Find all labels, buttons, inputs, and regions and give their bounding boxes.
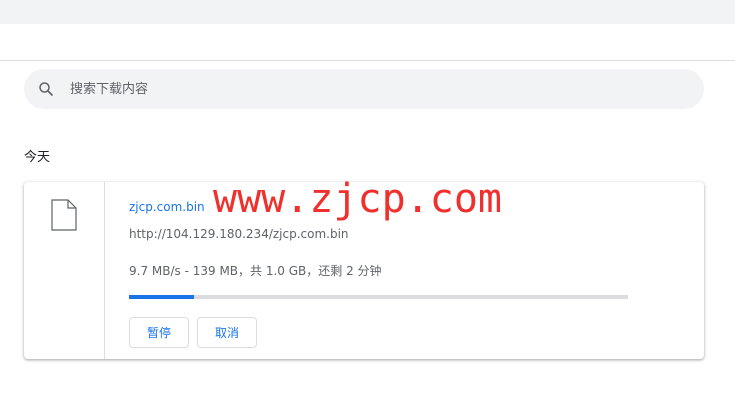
date-header: 今天 (24, 150, 51, 165)
search-input[interactable] (70, 69, 670, 109)
file-icon-column (24, 182, 105, 359)
cancel-button[interactable]: 取消 (197, 317, 257, 348)
top-bar (0, 0, 735, 24)
search-icon[interactable] (37, 80, 55, 98)
search-bar[interactable] (24, 69, 704, 109)
pause-button[interactable]: 暂停 (129, 317, 189, 348)
file-name-link[interactable]: zjcp.com.bin (129, 200, 205, 214)
file-icon (51, 199, 77, 231)
progress-bar (129, 295, 628, 299)
watermark-text: www.zjcp.com (213, 176, 502, 222)
download-status: 9.7 MB/s - 139 MB，共 1.0 GB，还剩 2 分钟 (129, 264, 382, 278)
toolbar (0, 24, 735, 61)
progress-fill (129, 295, 194, 299)
source-url[interactable]: http://104.129.180.234/zjcp.com.bin (129, 227, 349, 241)
